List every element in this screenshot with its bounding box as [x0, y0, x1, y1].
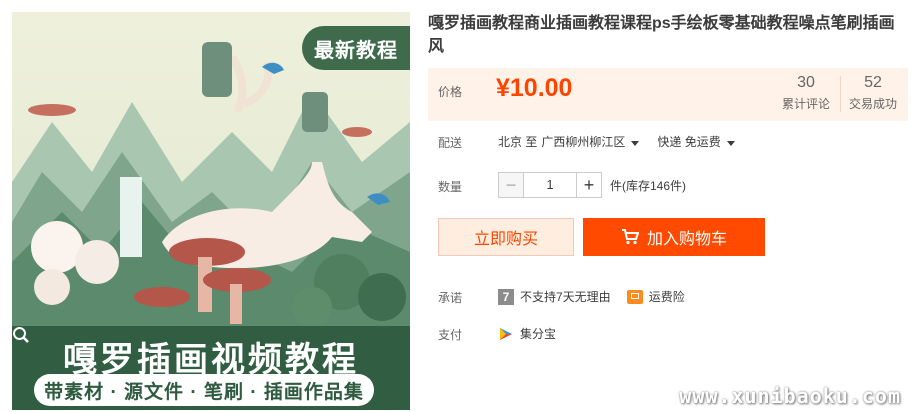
chevron-down-icon	[631, 141, 640, 146]
freight-insurance-text[interactable]: 运费险	[649, 288, 685, 305]
decrease-button[interactable]: −	[498, 172, 524, 198]
delivery-label: 配送	[438, 136, 463, 150]
watermark: www.xunibaoku.com	[679, 384, 901, 408]
delivery-destination-select[interactable]: 广西柳州柳江区	[541, 133, 640, 150]
price-value: ¥10.00	[496, 74, 573, 102]
stat-divider	[840, 76, 841, 112]
freight-insurance-icon	[626, 289, 643, 304]
payment-row: 集分宝	[498, 325, 556, 342]
quantity-stepper: − 1 + 件(库存146件)	[498, 172, 686, 198]
shipping-method: 快递 免运费	[657, 135, 721, 149]
buy-now-button[interactable]: 立即购买	[438, 218, 574, 256]
transaction-count-label: 交易成功	[848, 97, 897, 111]
delivery-from: 北京 至	[498, 135, 538, 149]
product-title: 嘎罗插画教程商业插画教程课程ps手绘板零基础教程噪点笔刷插画风	[428, 15, 895, 55]
review-count-number: 30	[797, 74, 815, 91]
cart-icon	[621, 229, 639, 245]
no-return-icon: 7	[498, 288, 514, 305]
transaction-count-number: 52	[864, 74, 882, 91]
quantity-input[interactable]: 1	[524, 172, 576, 198]
no-return-text[interactable]: 不支持7天无理由	[520, 288, 611, 305]
zoom-icon[interactable]	[12, 326, 30, 344]
new-badge: 最新教程	[302, 26, 410, 70]
promise-label: 承诺	[438, 291, 463, 305]
jifenbao-icon	[500, 327, 512, 340]
payment-method[interactable]: 集分宝	[520, 325, 556, 342]
price-panel: 价格 ¥10.00 30 累计评论 52 交易成功	[428, 68, 908, 121]
product-image[interactable]: 最新教程 嘎罗插画视频教程 带素材 · 源文件 · 笔刷 · 插画作品集	[12, 12, 410, 410]
image-banner: 嘎罗插画视频教程 带素材 · 源文件 · 笔刷 · 插画作品集	[12, 326, 410, 410]
price-label: 价格	[438, 85, 463, 99]
banner-subtitle: 带素材 · 源文件 · 笔刷 · 插画作品集	[34, 374, 374, 406]
quantity-label: 数量	[438, 180, 463, 194]
delivery-destination: 广西柳州柳江区	[541, 135, 626, 149]
add-to-cart-label: 加入购物车	[646, 231, 727, 248]
review-count-label: 累计评论	[781, 97, 830, 111]
promise-row: 7 不支持7天无理由 运费险	[498, 288, 685, 305]
shipping-method-select[interactable]: 快递 免运费	[657, 133, 735, 150]
stock-info: 件(库存146件)	[610, 178, 687, 193]
delivery-row: 北京 至 广西柳州柳江区 快递 免运费	[498, 133, 735, 150]
payment-label: 支付	[438, 328, 463, 342]
chevron-down-icon	[726, 141, 735, 146]
transaction-count[interactable]: 52 交易成功	[842, 74, 904, 112]
review-count[interactable]: 30 累计评论	[775, 74, 837, 112]
add-to-cart-button[interactable]: 加入购物车	[583, 218, 765, 256]
increase-button[interactable]: +	[576, 172, 602, 198]
